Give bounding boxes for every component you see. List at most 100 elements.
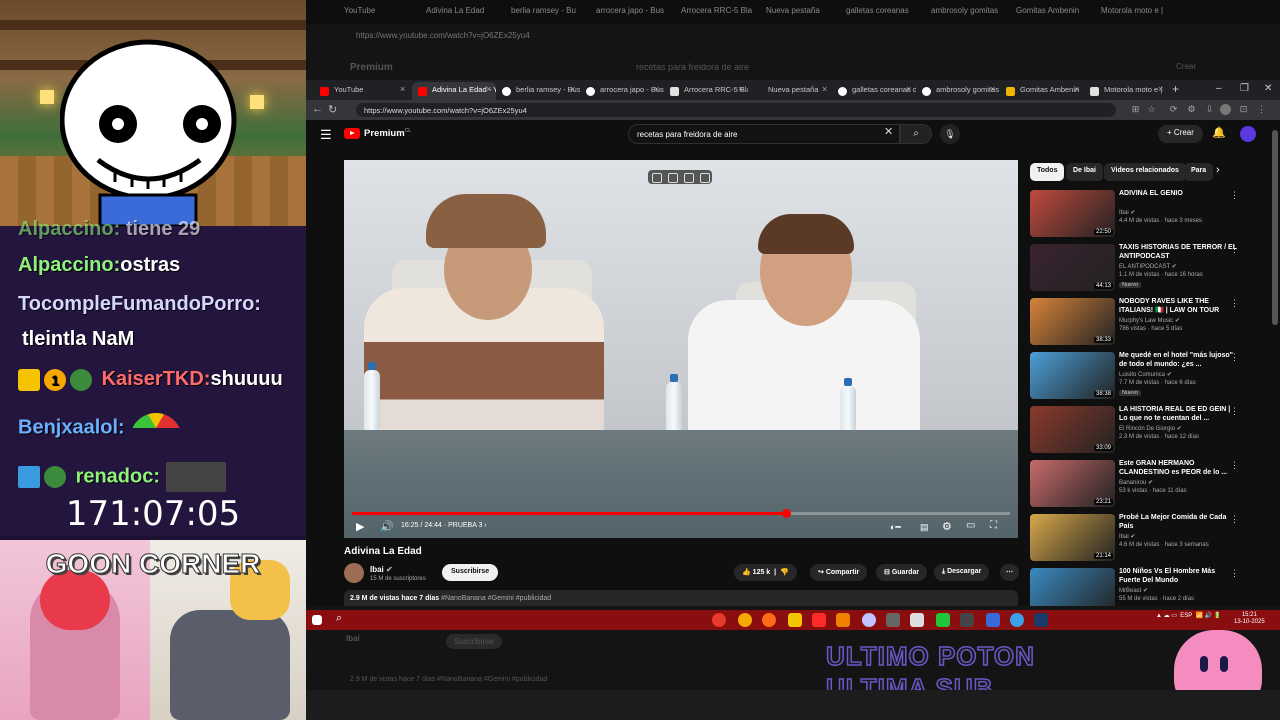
recommendation-item[interactable]: 21:14 Probé La Mejor Comida de Cada País I… <box>1030 514 1260 564</box>
firefox-app-icon[interactable] <box>762 613 776 627</box>
video-thumbnail[interactable]: 27:21 <box>1030 568 1115 606</box>
media-app-icon[interactable] <box>812 613 826 627</box>
video-thumbnail[interactable]: 21:14 <box>1030 514 1115 561</box>
close-tab-icon[interactable]: × <box>400 84 405 94</box>
kebab-menu-icon[interactable]: ⋮ <box>1230 406 1239 417</box>
kebab-menu-icon[interactable]: ⋮ <box>1230 352 1239 363</box>
chip-related[interactable]: Videos relacionados <box>1104 163 1186 181</box>
close-tab-icon[interactable]: × <box>738 84 743 94</box>
kebab-menu-icon[interactable]: ⋮ <box>1230 460 1239 471</box>
minimize-icon[interactable]: – <box>1216 83 1222 94</box>
new-tab-icon[interactable]: + <box>1172 82 1179 96</box>
file-explorer-icon[interactable] <box>788 613 802 627</box>
settings-gear-icon[interactable]: ⚙ <box>942 520 952 533</box>
bookmark-star-icon[interactable]: ☆ <box>1146 104 1157 115</box>
close-tab-icon[interactable]: × <box>654 84 659 94</box>
notifications-bell-icon[interactable]: 🔔 <box>1212 126 1226 139</box>
kebab-menu-icon[interactable]: ⋮ <box>1230 298 1239 309</box>
url-field[interactable]: https://www.youtube.com/watch?v=jO6ZEx25… <box>356 103 1116 117</box>
save-button[interactable]: ⊟ Guardar <box>876 564 928 581</box>
chip-for-you[interactable]: Para <box>1184 163 1214 181</box>
tab-berlia-ramsey[interactable]: berlia ramsey - Bus <box>496 82 580 100</box>
extensions-puzzle-icon[interactable]: ⊡ <box>1238 104 1249 115</box>
share-button[interactable]: ↪ Compartir <box>810 564 868 581</box>
install-app-icon[interactable]: ⊞ <box>1130 104 1141 115</box>
tab-arrocera-rrc5[interactable]: Arrocera RRC-5 Bla <box>664 82 748 100</box>
channel-name[interactable]: Ibai ✔ <box>370 565 393 574</box>
tab-adivina-la-edad[interactable]: Adivina La Edad - Y <box>412 82 496 100</box>
tab-ambrosoly-gomitas[interactable]: ambrosoly gomitas <box>916 82 1000 100</box>
close-tab-icon[interactable]: × <box>906 84 911 94</box>
thumbs-down-icon[interactable]: 👎 <box>780 569 789 576</box>
create-button[interactable]: + Crear <box>1158 125 1203 143</box>
maximize-icon[interactable]: ❐ <box>1240 83 1249 94</box>
recommendation-item[interactable]: 38:38 Me quedé en el hotel "más lujoso" d… <box>1030 352 1260 402</box>
subtitles-icon[interactable]: ▤ <box>920 522 929 533</box>
chip-from-ibai[interactable]: De Ibai <box>1066 163 1103 181</box>
microphone-icon[interactable]: 🎙 <box>940 124 960 144</box>
kebab-menu-icon[interactable]: ⋮ <box>1230 568 1239 579</box>
close-tab-icon[interactable]: × <box>486 84 491 94</box>
recommendation-item[interactable]: 44:13 TAXIS HISTORIAS DE TERROR / EL ANTI… <box>1030 244 1260 294</box>
subscribe-button[interactable]: Suscribirse <box>442 564 499 581</box>
video-thumbnail[interactable]: 33:09 <box>1030 406 1115 453</box>
app-icon[interactable] <box>936 613 950 627</box>
tab-nueva-pestana[interactable]: Nueva pestaña <box>748 82 832 100</box>
app-icon[interactable] <box>986 613 1000 627</box>
close-tab-icon[interactable]: × <box>822 84 827 94</box>
recommendation-title[interactable]: ADIVINA EL GENIO <box>1119 190 1237 199</box>
download-icon[interactable]: ⇩ <box>1204 104 1215 115</box>
close-tab-icon[interactable]: × <box>1158 84 1163 94</box>
system-tray[interactable]: ▲ ☁ ▭ ESP 📶 🔊 🔋 <box>1156 612 1221 619</box>
video-thumbnail[interactable]: 44:13 <box>1030 244 1115 291</box>
recommendation-title[interactable]: NOBODY RAVES LIKE THE ITALIANS! 🇮🇹 | LAW… <box>1119 298 1237 315</box>
recommendation-title[interactable]: LA HISTORIA REAL DE ED GEIN | Lo que no … <box>1119 406 1237 423</box>
recommendation-title[interactable]: Este GRAN HERMANO CLANDESTINO es PEOR de… <box>1119 460 1237 477</box>
progress-bar[interactable] <box>352 509 1010 518</box>
chip-all[interactable]: Todos <box>1030 163 1065 181</box>
app-icon[interactable] <box>836 613 850 627</box>
youtube-premium-logo[interactable]: PremiumCL <box>364 128 411 139</box>
obs-app-icon[interactable] <box>960 613 974 627</box>
volume-icon[interactable]: 🔊 <box>380 520 394 533</box>
youtube-logo-icon[interactable] <box>344 128 360 139</box>
recommendation-title[interactable]: 100 Niños Vs El Hombre Más Fuerte Del Mu… <box>1119 568 1237 585</box>
back-icon[interactable]: ← <box>312 103 323 115</box>
video-player[interactable]: ▶ 🔊 16:25 / 24:44 · PRUEBA 3 › ◐━ ▤ ⚙ ▭ … <box>344 160 1018 538</box>
screen-capture-tools[interactable] <box>648 170 712 184</box>
kebab-menu-icon[interactable]: ⋮ <box>1256 104 1267 115</box>
tab-youtube[interactable]: YouTube <box>314 82 410 100</box>
windows-start-icon[interactable] <box>312 615 322 625</box>
account-avatar[interactable] <box>1240 126 1256 142</box>
video-thumbnail[interactable]: 38:33 <box>1030 298 1115 345</box>
profile-sync-icon[interactable]: ⚙ <box>1186 104 1197 115</box>
recommendation-item[interactable]: 27:21100 Niños Vs El Hombre Más Fuerte D… <box>1030 568 1260 606</box>
search-icon[interactable]: ⌕ <box>336 612 350 626</box>
kebab-menu-icon[interactable]: ⋮ <box>1230 190 1239 201</box>
theater-mode-icon[interactable]: ▭ <box>966 520 975 531</box>
tab-motorola[interactable]: Motorola moto e | <box>1084 82 1168 100</box>
like-button[interactable]: 👍 125 k | 👎 <box>734 564 797 581</box>
recommendation-title[interactable]: TAXIS HISTORIAS DE TERROR / EL ANTIPODCA… <box>1119 244 1237 261</box>
close-tab-icon[interactable]: × <box>570 84 575 94</box>
close-tab-icon[interactable]: × <box>990 84 995 94</box>
autoplay-toggle[interactable]: ◐━ <box>890 522 901 533</box>
steam-app-icon[interactable] <box>1034 613 1048 627</box>
profile-avatar-icon[interactable] <box>1220 104 1231 115</box>
chrome-profile-app-icon[interactable] <box>738 613 752 627</box>
more-actions-button[interactable]: ⋯ <box>1000 564 1019 581</box>
fullscreen-icon[interactable]: ⛶ <box>990 520 997 531</box>
tab-arrocera-japo[interactable]: arrocera japo - Bus <box>580 82 664 100</box>
video-thumbnail[interactable]: 23:21 <box>1030 460 1115 507</box>
clear-search-icon[interactable]: ✕ <box>884 125 893 138</box>
chrome-app-icon[interactable] <box>712 613 726 627</box>
app-icon[interactable] <box>1010 613 1024 627</box>
kebab-menu-icon[interactable]: ⋮ <box>1230 244 1239 255</box>
recommendation-item[interactable]: 23:21 Este GRAN HERMANO CLANDESTINO es PE… <box>1030 460 1260 510</box>
kebab-menu-icon[interactable]: ⋮ <box>1230 514 1239 525</box>
extension-icon[interactable]: ⟳ <box>1168 104 1179 115</box>
recommendation-item[interactable]: 33:09 LA HISTORIA REAL DE ED GEIN | Lo qu… <box>1030 406 1260 456</box>
video-thumbnail[interactable]: 38:38 <box>1030 352 1115 399</box>
search-icon[interactable]: ⌕ <box>900 124 932 144</box>
reload-icon[interactable]: ↻ <box>328 103 337 116</box>
